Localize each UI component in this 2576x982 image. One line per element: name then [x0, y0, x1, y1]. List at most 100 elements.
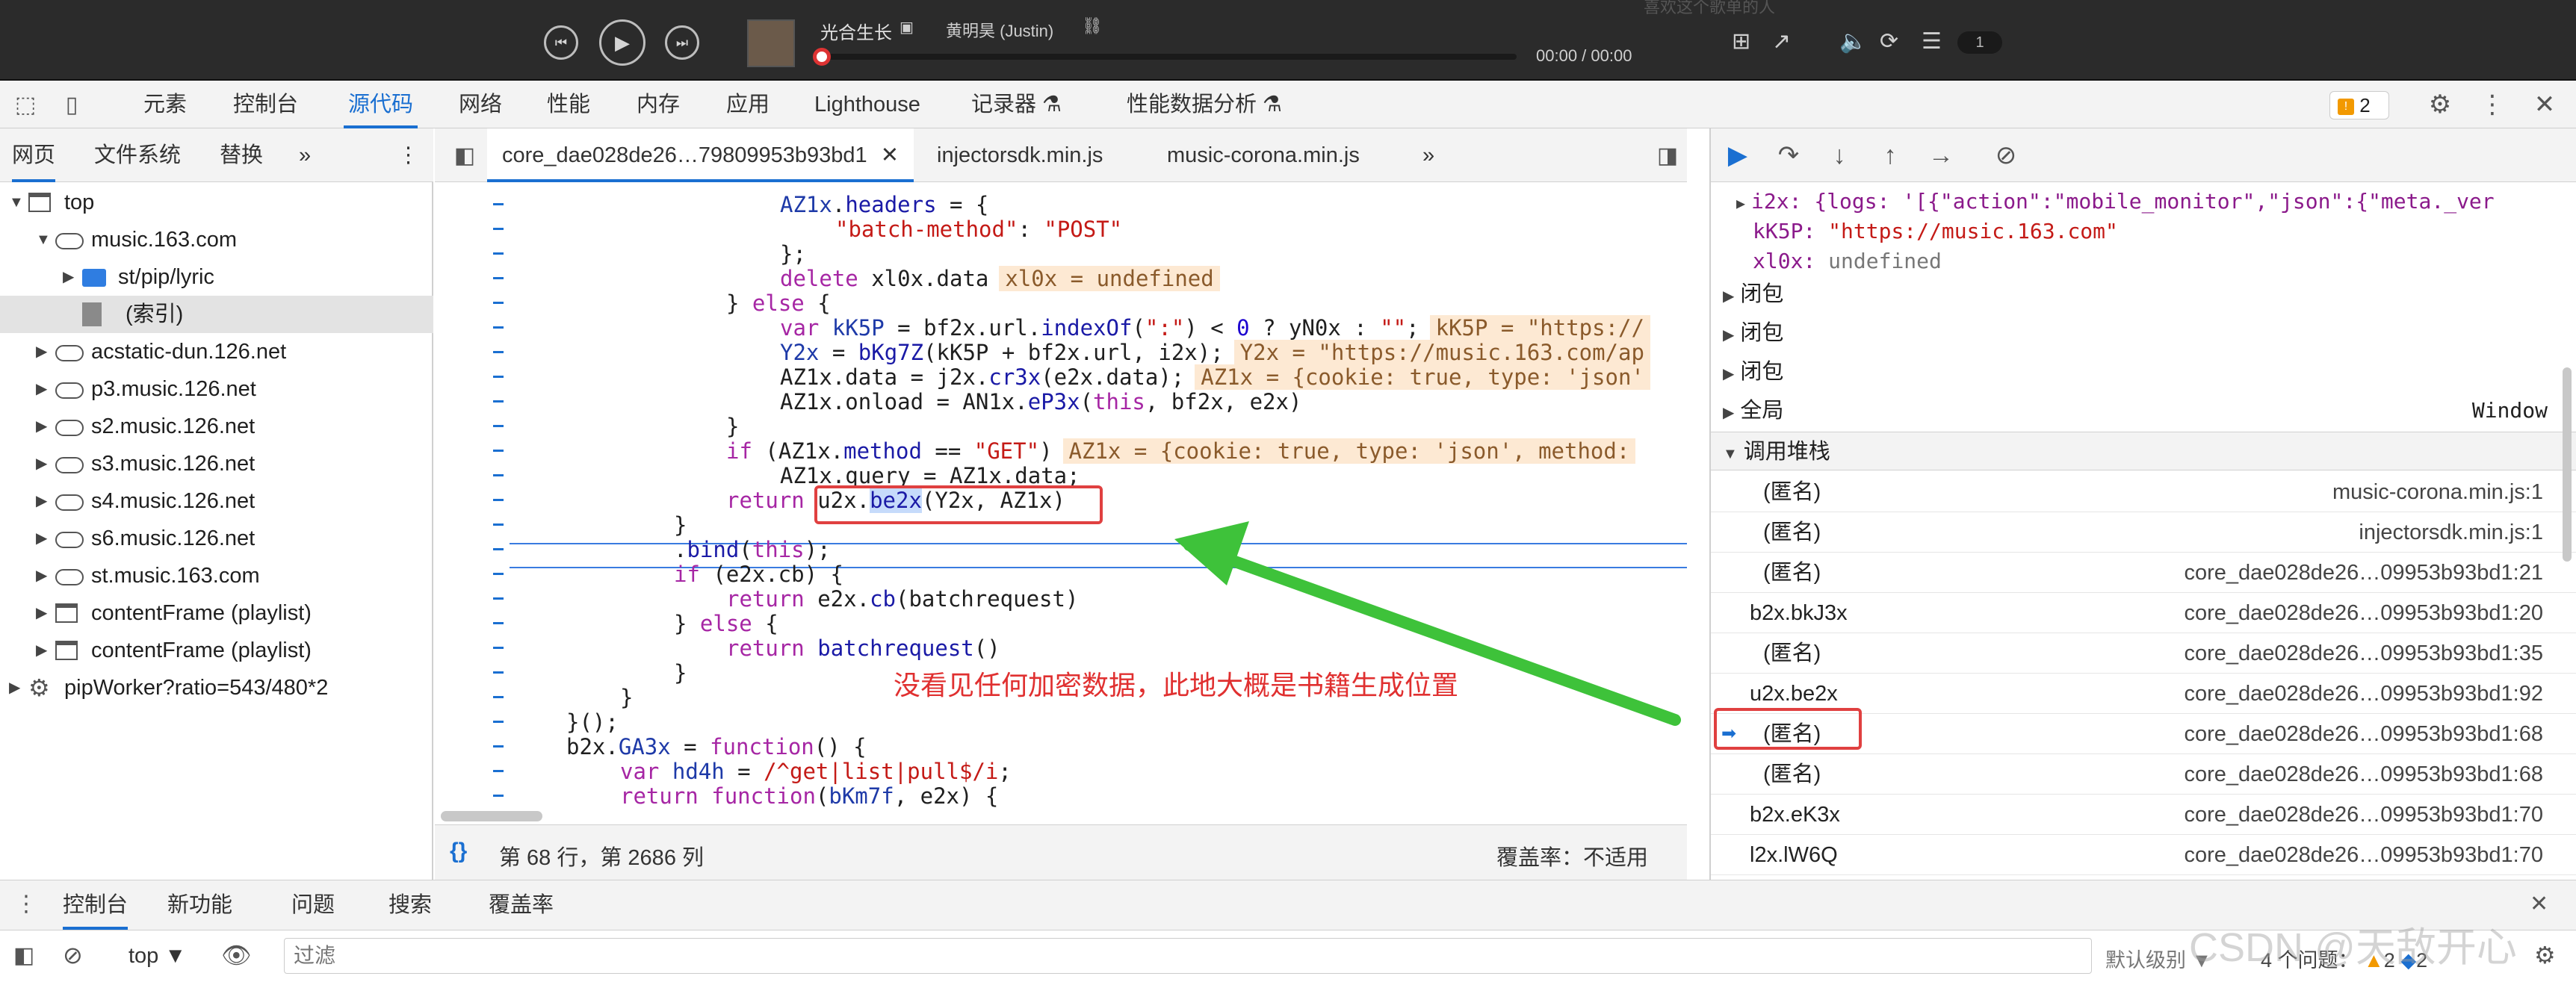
- tree-item[interactable]: ▶ st.music.163.com: [0, 557, 433, 594]
- previous-track-button[interactable]: ⏮: [544, 25, 578, 60]
- tree-item[interactable]: ▶ contentFrame (playlist): [0, 594, 433, 632]
- vertical-scrollbar[interactable]: [2563, 367, 2572, 562]
- call-frame[interactable]: (匿名) core_dae028de26…09953b93bd1:21: [1711, 553, 2576, 593]
- tree-item[interactable]: ▶ p3.music.126.net: [0, 370, 433, 408]
- call-frame[interactable]: l2x.lW6Q core_dae028de26…09953b93bd1:70: [1711, 835, 2576, 875]
- context-selector[interactable]: top ▼: [129, 944, 186, 969]
- step-icon[interactable]: →: [1925, 139, 1957, 172]
- editor-tab-core[interactable]: core_dae028de26…79809953b93bd1 ✕: [487, 128, 914, 182]
- step-over-icon[interactable]: ↷: [1772, 139, 1805, 172]
- drawer-tab-search[interactable]: 搜索: [388, 880, 432, 930]
- collapsed-arrow-icon[interactable]: ▶: [36, 594, 47, 632]
- call-frame-location[interactable]: core_dae028de26…09953b93bd1:20: [2184, 593, 2543, 633]
- call-frame-location[interactable]: core_dae028de26…09953b93bd1:35: [2184, 633, 2543, 674]
- tab-console[interactable]: 控制台: [233, 81, 298, 128]
- progress-knob[interactable]: [813, 48, 831, 66]
- scope-closure-2[interactable]: ▶ 闭包: [1711, 314, 2576, 352]
- tree-item[interactable]: ▼ top: [0, 184, 433, 221]
- call-frame-location[interactable]: core_dae028de26…09953b93bd1:70: [2184, 795, 2543, 835]
- editor-tabs-more[interactable]: »: [1422, 128, 1434, 182]
- tab-performance-insights[interactable]: 性能数据分析 ⚗: [1127, 81, 1282, 128]
- call-frame-location[interactable]: core_dae028de26…09953b93bd1:70: [2184, 835, 2543, 875]
- call-frame[interactable]: b2x.eK3x core_dae028de26…09953b93bd1:70: [1711, 795, 2576, 835]
- call-frame-location[interactable]: core_dae028de26…09953b93bd1:68: [2184, 714, 2543, 754]
- collapsed-arrow-icon[interactable]: ▶: [36, 557, 47, 594]
- call-frame-location[interactable]: core_dae028de26…09953b93bd1:92: [2184, 674, 2543, 714]
- more-options-icon[interactable]: ⋮: [2477, 90, 2507, 119]
- tab-lighthouse[interactable]: Lighthouse: [814, 81, 920, 128]
- call-frame[interactable]: b2x.bkJ3x core_dae028de26…09953b93bd1:20: [1711, 593, 2576, 633]
- mv-icon[interactable]: ▣: [900, 18, 914, 37]
- drawer-tab-whats-new[interactable]: 新功能: [167, 880, 232, 930]
- play-button[interactable]: ▶: [599, 19, 645, 66]
- close-tab-icon[interactable]: ✕: [881, 143, 899, 167]
- tree-item[interactable]: (索引): [0, 296, 433, 333]
- artist-name[interactable]: 黄明昊 (Justin): [946, 18, 1053, 42]
- collapsed-arrow-icon[interactable]: ▶: [36, 632, 47, 669]
- toggle-navigator-icon[interactable]: ◧: [450, 140, 480, 170]
- tab-network[interactable]: 网络: [459, 81, 502, 128]
- editor-tab-injectorsdk[interactable]: injectorsdk.min.js: [937, 128, 1103, 182]
- tree-item[interactable]: ▶ s2.music.126.net: [0, 408, 433, 445]
- nav-tab-page[interactable]: 网页: [12, 128, 56, 182]
- sidebar-toggle-icon[interactable]: ◧: [13, 942, 34, 969]
- step-out-icon[interactable]: ↑: [1874, 139, 1907, 172]
- nav-tab-overrides[interactable]: 替换: [220, 128, 263, 182]
- resume-icon[interactable]: ▶: [1721, 139, 1754, 172]
- tree-item[interactable]: ▼ music.163.com: [0, 221, 433, 258]
- collapsed-arrow-icon[interactable]: ▶: [36, 370, 47, 408]
- toggle-debugger-icon[interactable]: ◨: [1653, 140, 1682, 170]
- call-frame[interactable]: (匿名) core_dae028de26…09953b93bd1:35: [1711, 633, 2576, 674]
- nav-tab-filesystem[interactable]: 文件系统: [94, 128, 181, 182]
- call-frame-location[interactable]: core_dae028de26…09953b93bd1:68: [2184, 754, 2543, 795]
- pretty-print-icon[interactable]: {}: [450, 839, 467, 864]
- tab-sources[interactable]: 源代码: [344, 81, 418, 128]
- tab-recorder[interactable]: 记录器 ⚗: [971, 81, 1062, 128]
- call-frame[interactable]: (匿名) music-corona.min.js:1: [1711, 472, 2576, 512]
- tree-item[interactable]: ▶ st/pip/lyric: [0, 258, 433, 296]
- tree-item[interactable]: ▶ s6.music.126.net: [0, 520, 433, 557]
- call-stack-header[interactable]: ▼ 调用堆栈: [1711, 432, 2576, 470]
- close-devtools-icon[interactable]: ✕: [2530, 90, 2560, 119]
- nav-more-tabs[interactable]: »: [299, 128, 311, 182]
- console-filter-input[interactable]: [284, 938, 2092, 974]
- loop-icon[interactable]: ⟳: [1880, 28, 1898, 55]
- step-into-icon[interactable]: ↓: [1823, 139, 1856, 172]
- settings-gear-icon[interactable]: ⚙: [2425, 90, 2455, 119]
- volume-icon[interactable]: 🔈: [1839, 28, 1867, 55]
- collapsed-arrow-icon[interactable]: ▶: [9, 669, 20, 706]
- call-frame-location[interactable]: injectorsdk.min.js:1: [2359, 512, 2543, 553]
- expanded-arrow-icon[interactable]: ▼: [9, 184, 24, 221]
- expanded-arrow-icon[interactable]: ▼: [36, 221, 51, 258]
- issues-badge[interactable]: ! 2: [2329, 91, 2389, 119]
- album-cover[interactable]: [747, 19, 795, 67]
- live-expression-eye-icon[interactable]: 👁: [221, 941, 252, 969]
- collapsed-arrow-icon[interactable]: ▶: [63, 258, 74, 296]
- collapsed-arrow-icon[interactable]: ▶: [36, 445, 47, 482]
- scope-global[interactable]: ▶ 全局 Window: [1711, 391, 2576, 430]
- tab-performance[interactable]: 性能: [547, 81, 590, 128]
- tree-item[interactable]: ▶ s4.music.126.net: [0, 482, 433, 520]
- nav-menu-icon[interactable]: ⋮: [397, 128, 419, 182]
- code-view[interactable]: AZ1x.headers = { "batch-method": "POST" …: [435, 182, 1687, 824]
- tab-application[interactable]: 应用: [726, 81, 770, 128]
- share-link-icon[interactable]: ⛓: [1082, 16, 1103, 36]
- next-track-button[interactable]: ⏭: [665, 25, 699, 60]
- tree-item[interactable]: ▶ s3.music.126.net: [0, 445, 433, 482]
- close-drawer-icon[interactable]: ✕: [2530, 891, 2548, 917]
- editor-tab-music-corona[interactable]: music-corona.min.js: [1167, 128, 1360, 182]
- tree-item[interactable]: ▶ ⚙ pipWorker?ratio=543/480*2: [0, 669, 433, 706]
- call-frame[interactable]: (匿名) injectorsdk.min.js:1: [1711, 512, 2576, 553]
- song-title[interactable]: 光合生长: [820, 18, 892, 44]
- progress-bar[interactable]: [822, 54, 1517, 60]
- horizontal-scrollbar[interactable]: [441, 811, 542, 821]
- tab-elements[interactable]: 元素: [143, 81, 187, 128]
- collapsed-arrow-icon[interactable]: ▶: [36, 482, 47, 520]
- drawer-tab-coverage[interactable]: 覆盖率: [489, 880, 554, 930]
- share-icon[interactable]: ↗: [1772, 28, 1791, 55]
- device-toolbar-icon[interactable]: ▯: [57, 90, 87, 119]
- drawer-menu-icon[interactable]: ⋮: [15, 891, 37, 917]
- call-frame-location[interactable]: core_dae028de26…09953b93bd1:21: [2184, 553, 2543, 593]
- drawer-tab-console[interactable]: 控制台: [63, 880, 129, 930]
- collapsed-arrow-icon[interactable]: ▶: [36, 520, 47, 557]
